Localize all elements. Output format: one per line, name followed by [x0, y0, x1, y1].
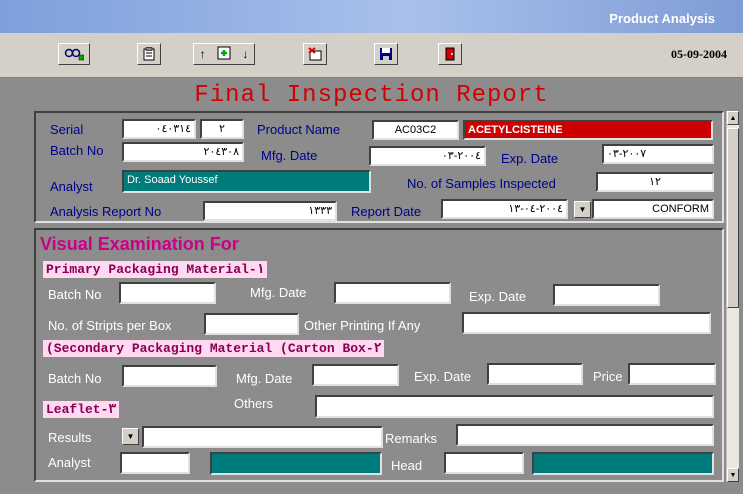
others-label: Others — [234, 396, 274, 411]
serial-label: Serial — [50, 122, 84, 137]
conform-field[interactable]: CONFORM — [592, 199, 714, 219]
clipboard-icon[interactable] — [137, 43, 161, 65]
scroll-down-icon[interactable]: ▼ — [727, 468, 739, 482]
bottom-analyst-label: Analyst — [48, 455, 91, 470]
secondary-mfg-date-field[interactable] — [312, 364, 399, 386]
visual-examination-heading: Visual Examination For — [40, 234, 239, 254]
secondary-mfg-date-label: Mfg. Date — [236, 371, 293, 386]
samples-field[interactable]: ١٢ — [596, 172, 714, 192]
secondary-packaging-heading: (Secondary Packaging Material (Carton Bo… — [43, 340, 385, 357]
title-bar: Product Analysis — [0, 0, 743, 33]
scroll-up-icon[interactable]: ▲ — [727, 111, 739, 125]
head-name-field[interactable] — [532, 452, 714, 475]
batch-no-field[interactable]: ٢٠٤٣٠٨ — [122, 142, 244, 162]
serial-suffix-field[interactable]: ٢ — [200, 119, 244, 139]
remarks-field[interactable] — [456, 424, 714, 446]
samples-label: No. of Samples Inspected — [407, 176, 556, 191]
report-title: Final Inspection Report — [194, 82, 549, 109]
primary-mfg-date-field[interactable] — [334, 282, 451, 304]
secondary-exp-date-field[interactable] — [487, 363, 583, 385]
exp-date-label: Exp. Date — [501, 151, 559, 166]
vertical-scrollbar[interactable]: ▲ ▼ — [726, 111, 739, 482]
product-code-field[interactable]: AC03C2 — [372, 120, 459, 140]
report-date-label: Report Date — [351, 204, 422, 219]
window-title: Product Analysis — [609, 11, 715, 26]
report-date-field[interactable]: ٢٠٠٤-٠٤-١٣ — [441, 199, 568, 219]
remarks-label: Remarks — [385, 431, 438, 446]
move-up-icon[interactable]: ↑ — [200, 47, 206, 61]
secondary-exp-date-label: Exp. Date — [414, 369, 472, 384]
bottom-analyst-field[interactable] — [120, 452, 190, 474]
analyst-name-field[interactable] — [210, 452, 382, 475]
strips-per-box-field[interactable] — [204, 313, 299, 335]
visual-examination-panel: Visual Examination For Primary Packaging… — [34, 228, 724, 482]
leaflet-heading: Leaflet-٣ — [43, 401, 120, 418]
strips-per-box-label: No. of Stripts per Box — [48, 318, 172, 333]
primary-batch-no-field[interactable] — [119, 282, 216, 304]
analysis-report-field[interactable]: ١٣٣٣ — [203, 201, 337, 221]
others-field[interactable] — [315, 395, 714, 418]
serial-field[interactable]: ٠٤٠٣١٤ — [122, 119, 196, 139]
report-header-panel: Serial ٠٤٠٣١٤ ٢ Product Name AC03C2 ACET… — [34, 111, 724, 223]
toolbar: ↑ ↓ 05-09-2004 — [0, 33, 743, 78]
price-field[interactable] — [628, 363, 716, 385]
head-label: Head — [391, 458, 423, 473]
head-field[interactable] — [444, 452, 524, 474]
primary-batch-no-label: Batch No — [48, 287, 102, 302]
primary-exp-date-label: Exp. Date — [469, 289, 527, 304]
move-down-icon[interactable]: ↓ — [242, 47, 248, 61]
exp-date-field[interactable]: ٢٠٠٧-٠٣ — [602, 144, 714, 164]
mfg-date-field[interactable]: ٢٠٠٤-٠٣ — [369, 146, 486, 166]
add-record-icon[interactable] — [217, 46, 231, 63]
product-name-label: Product Name — [257, 122, 341, 137]
primary-exp-date-field[interactable] — [553, 284, 660, 306]
analysis-report-label: Analysis Report No — [50, 204, 162, 219]
price-label: Price — [593, 369, 623, 384]
report-date-dropdown-icon[interactable]: ▼ — [574, 201, 591, 218]
other-printing-field[interactable] — [462, 312, 711, 334]
analyst-label: Analyst — [50, 179, 93, 194]
secondary-batch-no-field[interactable] — [122, 365, 217, 387]
product-name-field[interactable]: ACETYLCISTEINE — [463, 120, 713, 140]
delete-record-icon[interactable] — [303, 43, 327, 65]
mfg-date-label: Mfg. Date — [261, 148, 318, 163]
secondary-batch-no-label: Batch No — [48, 371, 102, 386]
toolbar-date: 05-09-2004 — [671, 47, 727, 61]
batch-no-label: Batch No — [50, 143, 104, 158]
primary-mfg-date-label: Mfg. Date — [250, 285, 307, 300]
results-field[interactable] — [142, 426, 383, 448]
scroll-thumb[interactable] — [727, 128, 739, 308]
binoculars-list-icon[interactable] — [58, 43, 90, 65]
results-label: Results — [48, 430, 92, 445]
analyst-field[interactable]: Dr. Soaad Youssef — [122, 170, 371, 193]
save-icon[interactable] — [374, 43, 398, 65]
results-dropdown-icon[interactable]: ▼ — [122, 428, 139, 445]
primary-packaging-heading: Primary Packaging Material-١ — [43, 261, 268, 278]
other-printing-label: Other Printing If Any — [304, 318, 421, 333]
exit-door-icon[interactable] — [438, 43, 462, 65]
